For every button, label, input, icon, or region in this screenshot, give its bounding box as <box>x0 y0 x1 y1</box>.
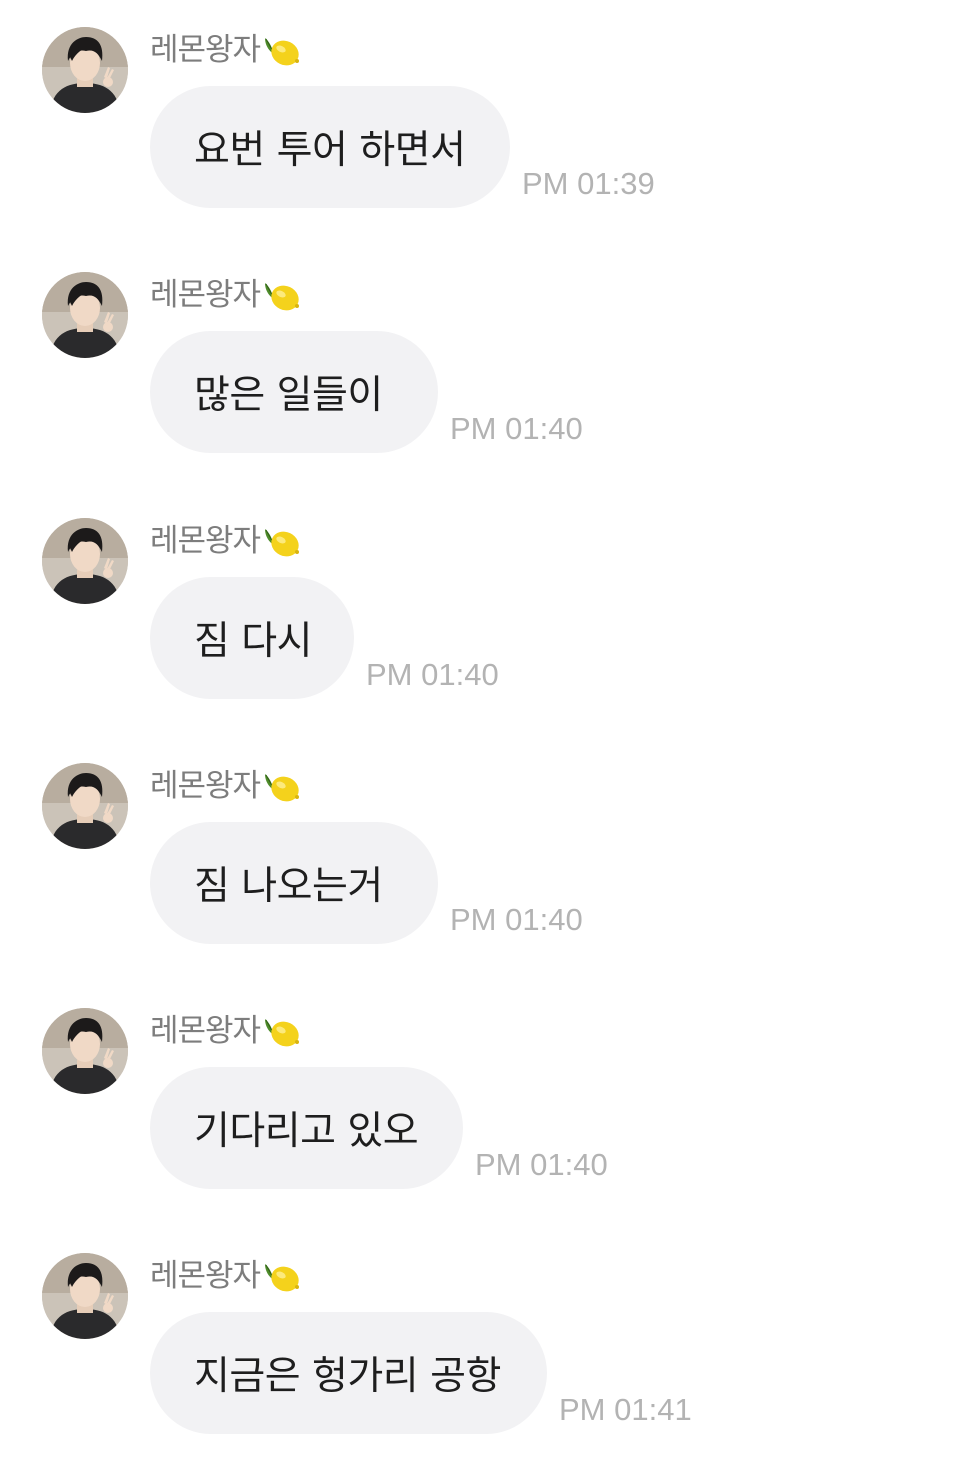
avatar[interactable] <box>42 27 128 113</box>
message-bubble[interactable]: 짐 다시 <box>150 577 354 699</box>
message-time: PM 01:40 <box>450 411 583 446</box>
message-text: 요번 투어 하면서 <box>194 128 466 173</box>
message-text: 기다리고 있오 <box>194 1109 419 1154</box>
lemon-icon <box>262 521 302 561</box>
sender-name[interactable]: 레몬왕자 <box>150 1254 261 1298</box>
avatar[interactable] <box>42 272 128 358</box>
message-row: 레몬왕자 짐 다시 PM 01:40 <box>0 491 960 736</box>
sender-header: 레몬왕자 <box>150 519 302 563</box>
avatar[interactable] <box>42 1008 128 1094</box>
avatar[interactable] <box>42 763 128 849</box>
sender-header: 레몬왕자 <box>150 273 302 317</box>
lemon-icon <box>262 275 302 315</box>
message-text: 많은 일들이 <box>194 373 383 418</box>
sender-name[interactable]: 레몬왕자 <box>150 28 261 72</box>
message-time: PM 01:40 <box>366 657 499 692</box>
sender-header: 레몬왕자 <box>150 28 302 72</box>
message-row: 레몬왕자 지금은 헝가리 공항 PM 01:41 <box>0 1226 960 1471</box>
message-text: 짐 나오는거 <box>194 864 383 909</box>
sender-name[interactable]: 레몬왕자 <box>150 519 261 563</box>
message-time: PM 01:40 <box>475 1147 608 1182</box>
message-bubble[interactable]: 지금은 헝가리 공항 <box>150 1312 547 1434</box>
message-text: 지금은 헝가리 공항 <box>194 1354 501 1399</box>
message-bubble[interactable]: 기다리고 있오 <box>150 1067 463 1189</box>
message-row: 레몬왕자 기다리고 있오 PM 01:40 <box>0 981 960 1226</box>
message-bubble[interactable]: 요번 투어 하면서 <box>150 86 510 208</box>
message-time: PM 01:41 <box>559 1392 692 1427</box>
lemon-icon <box>262 1256 302 1296</box>
sender-name[interactable]: 레몬왕자 <box>150 273 261 317</box>
message-bubble[interactable]: 많은 일들이 <box>150 331 438 453</box>
sender-name[interactable]: 레몬왕자 <box>150 764 261 808</box>
message-bubble[interactable]: 짐 나오는거 <box>150 822 438 944</box>
avatar[interactable] <box>42 518 128 604</box>
lemon-icon <box>262 1011 302 1051</box>
avatar[interactable] <box>42 1253 128 1339</box>
sender-name[interactable]: 레몬왕자 <box>150 1009 261 1053</box>
sender-header: 레몬왕자 <box>150 1009 302 1053</box>
lemon-icon <box>262 766 302 806</box>
message-time: PM 01:40 <box>450 902 583 937</box>
lemon-icon <box>262 30 302 70</box>
message-row: 레몬왕자 많은 일들이 PM 01:40 <box>0 245 960 490</box>
sender-header: 레몬왕자 <box>150 1254 302 1298</box>
message-text: 짐 다시 <box>194 619 313 664</box>
message-time: PM 01:39 <box>522 166 655 201</box>
chat-message-list: 레몬왕자 요번 투어 하면서 PM 01:39 레몬왕자 많은 일들이 PM 0… <box>0 0 960 1450</box>
sender-header: 레몬왕자 <box>150 764 302 808</box>
message-row: 레몬왕자 요번 투어 하면서 PM 01:39 <box>0 0 960 245</box>
message-row: 레몬왕자 짐 나오는거 PM 01:40 <box>0 736 960 981</box>
